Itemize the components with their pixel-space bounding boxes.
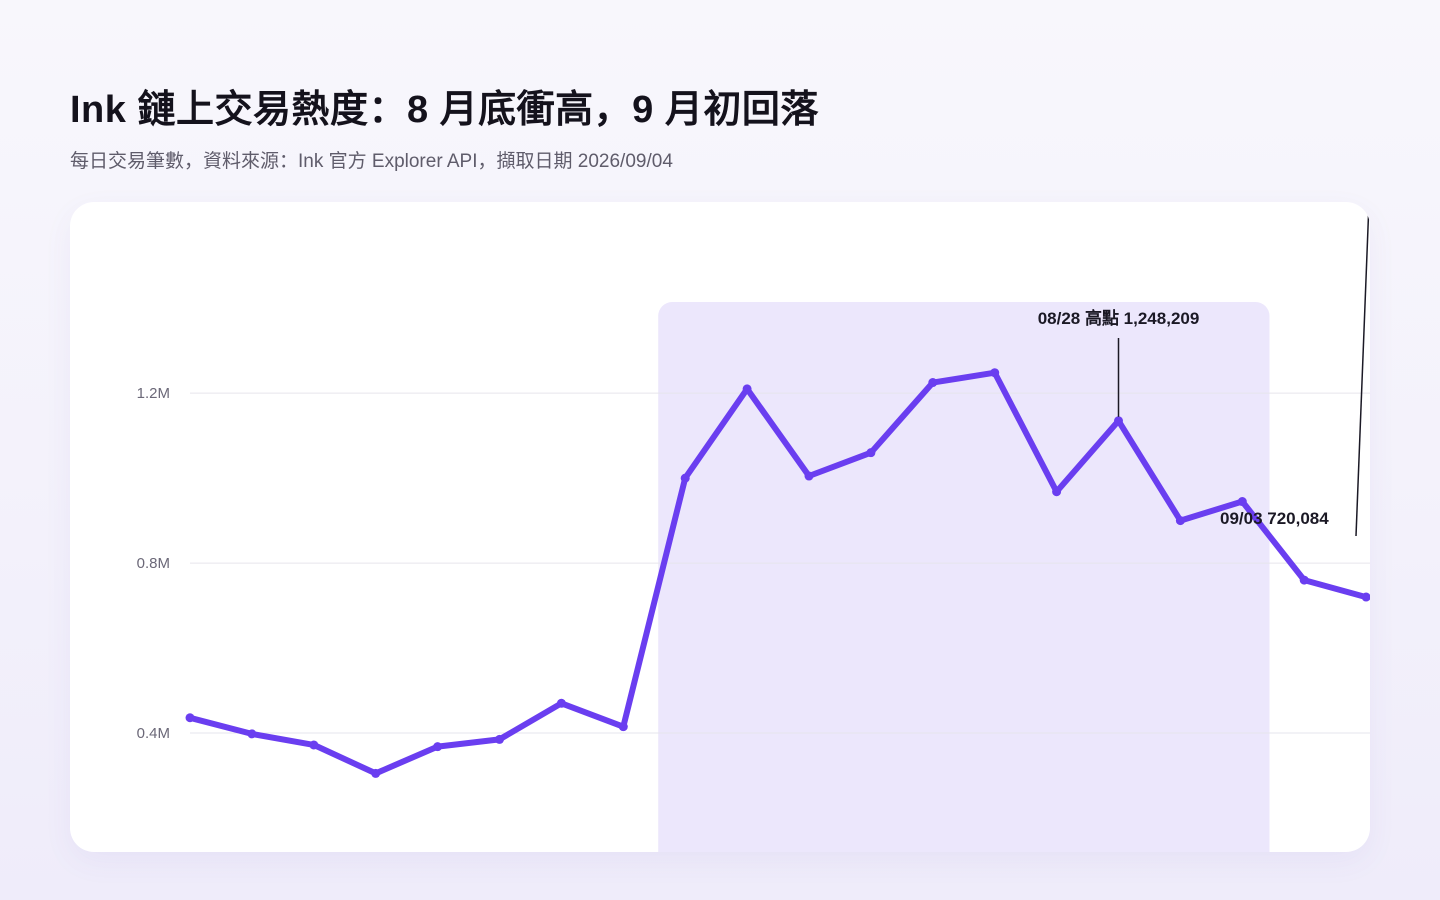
data-point xyxy=(804,471,814,481)
chart-card: 0.4M 0.8M 1.2M 08/28 高點 1,248,209 09/03 720… xyxy=(70,202,1370,852)
data-point xyxy=(1237,497,1247,507)
data-point xyxy=(495,734,504,744)
data-point xyxy=(556,698,566,708)
data-point xyxy=(1052,487,1062,497)
data-point xyxy=(990,368,1000,378)
y-tick-label: 1.2M xyxy=(137,385,170,402)
highlight-band xyxy=(658,302,1270,852)
y-tick-label: 0.8M xyxy=(137,555,170,572)
annotation-leader xyxy=(1355,202,1370,537)
y-tick-label: 0.4M xyxy=(137,725,170,742)
data-point xyxy=(742,384,752,394)
data-point xyxy=(371,768,381,778)
chart-title: Ink 鏈上交易熱度：8 月底衝高，9 月初回落 xyxy=(70,89,819,131)
data-point xyxy=(618,722,628,732)
data-point xyxy=(1175,516,1185,526)
annotation-latest: 09/03 720,084 xyxy=(1220,509,1329,528)
chart-subtitle: 每日交易筆數，資料來源：Ink 官方 Explorer API，擷取日期 202… xyxy=(70,151,673,172)
data-point xyxy=(1299,575,1309,585)
data-point xyxy=(928,378,938,388)
data-point xyxy=(247,729,257,739)
data-point xyxy=(680,473,690,483)
data-point xyxy=(866,448,876,458)
data-point xyxy=(1114,416,1123,426)
data-point xyxy=(309,740,319,750)
line-chart: 0.4M 0.8M 1.2M 08/28 高點 1,248,209 09/03 720… xyxy=(137,202,1370,852)
annotation-peak: 08/28 高點 1,248,209 xyxy=(1038,308,1200,328)
data-point xyxy=(185,713,195,723)
data-point xyxy=(433,742,443,752)
